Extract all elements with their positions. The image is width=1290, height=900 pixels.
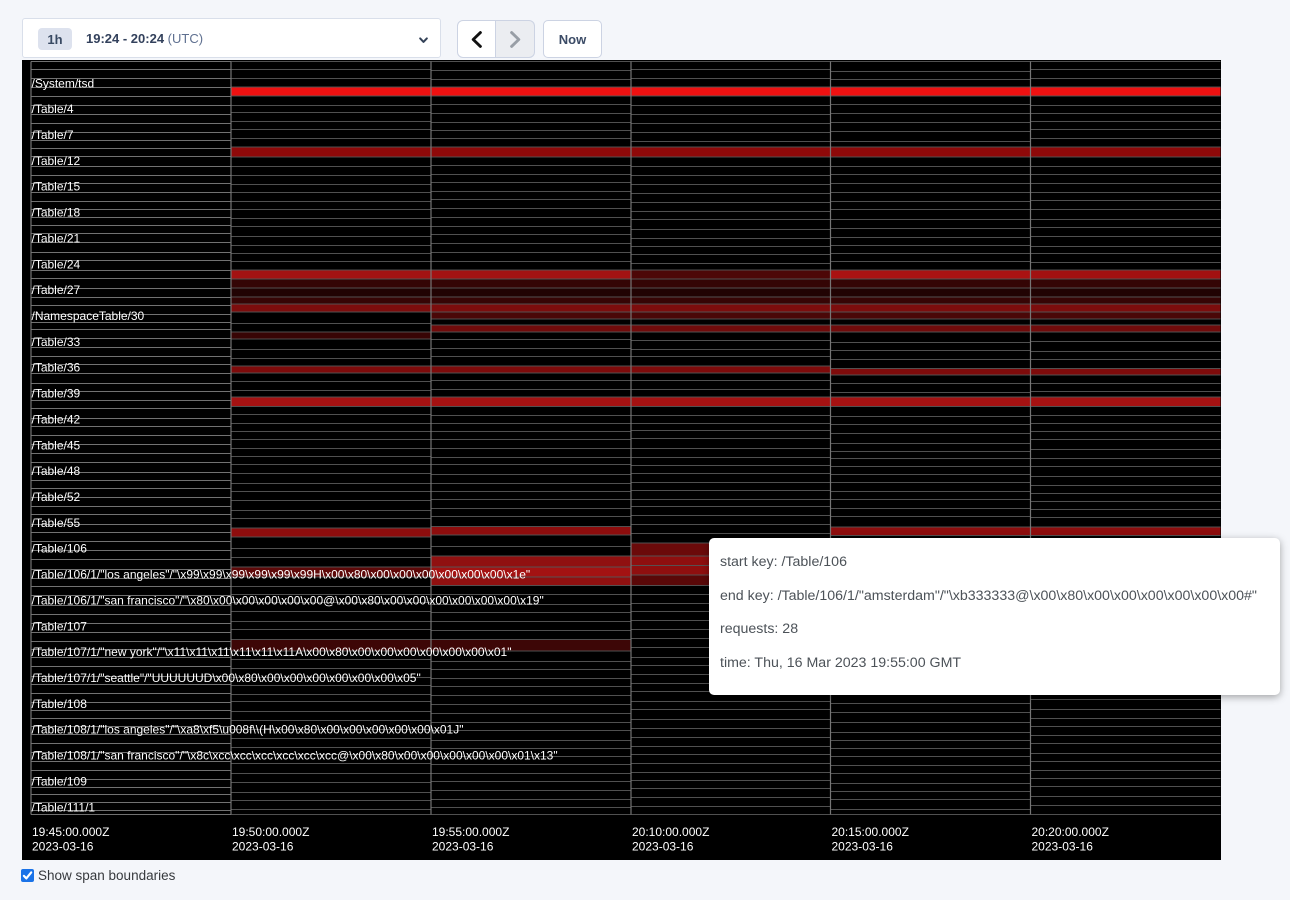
svg-text:/Table/106: /Table/106 xyxy=(32,542,88,556)
svg-text:/Table/107: /Table/107 xyxy=(32,619,88,633)
svg-text:19:45:00.000Z: 19:45:00.000Z xyxy=(32,825,109,839)
svg-text:/Table/42: /Table/42 xyxy=(32,412,81,426)
svg-text:/NamespaceTable/30: /NamespaceTable/30 xyxy=(32,309,145,323)
svg-text:2023-03-16: 2023-03-16 xyxy=(32,840,94,854)
svg-text:2023-03-16: 2023-03-16 xyxy=(432,840,494,854)
svg-text:19:55:00.000Z: 19:55:00.000Z xyxy=(432,825,509,839)
svg-text:/Table/108/1/"los angeles"/"\x: /Table/108/1/"los angeles"/"\xa8\xf5\u00… xyxy=(32,723,464,737)
svg-text:/Table/21: /Table/21 xyxy=(32,231,81,245)
svg-text:/Table/15: /Table/15 xyxy=(32,180,81,194)
svg-text:2023-03-16: 2023-03-16 xyxy=(232,840,294,854)
svg-text:/Table/108/1/"san francisco"/": /Table/108/1/"san francisco"/"\x8c\xcc\x… xyxy=(32,749,558,763)
svg-text:/Table/52: /Table/52 xyxy=(32,490,81,504)
svg-text:/Table/18: /Table/18 xyxy=(32,206,81,220)
svg-text:20:10:00.000Z: 20:10:00.000Z xyxy=(632,825,709,839)
svg-text:/Table/36: /Table/36 xyxy=(32,361,81,375)
svg-text:/Table/33: /Table/33 xyxy=(32,335,81,349)
svg-text:/Table/48: /Table/48 xyxy=(32,464,81,478)
svg-text:20:20:00.000Z: 20:20:00.000Z xyxy=(1032,825,1109,839)
svg-text:/Table/108: /Table/108 xyxy=(32,697,88,711)
svg-text:/Table/111/1: /Table/111/1 xyxy=(32,800,96,814)
svg-text:/Table/39: /Table/39 xyxy=(32,387,81,401)
svg-text:2023-03-16: 2023-03-16 xyxy=(832,840,894,854)
svg-text:2023-03-16: 2023-03-16 xyxy=(632,840,694,854)
svg-text:/Table/109: /Table/109 xyxy=(32,774,88,788)
svg-text:20:15:00.000Z: 20:15:00.000Z xyxy=(832,825,909,839)
svg-text:/System/tsd: /System/tsd xyxy=(32,76,95,90)
svg-text:/Table/45: /Table/45 xyxy=(32,438,81,452)
svg-text:/Table/106/1/"los angeles"/"\x: /Table/106/1/"los angeles"/"\x99\x99\x99… xyxy=(32,568,531,582)
svg-text:/Table/24: /Table/24 xyxy=(32,257,81,271)
svg-text:/Table/55: /Table/55 xyxy=(32,516,81,530)
svg-text:/Table/27: /Table/27 xyxy=(32,283,81,297)
svg-text:/Table/4: /Table/4 xyxy=(32,102,74,116)
svg-text:19:50:00.000Z: 19:50:00.000Z xyxy=(232,825,309,839)
svg-text:/Table/107/1/"new york"/"\x11\: /Table/107/1/"new york"/"\x11\x11\x11\x1… xyxy=(32,645,512,659)
svg-text:2023-03-16: 2023-03-16 xyxy=(1032,840,1094,854)
svg-text:/Table/107/1/"seattle"/"UUUUUU: /Table/107/1/"seattle"/"UUUUUUD\x00\x80\… xyxy=(32,671,421,685)
svg-text:/Table/7: /Table/7 xyxy=(32,128,74,142)
svg-text:/Table/106/1/"san francisco"/": /Table/106/1/"san francisco"/"\x80\x00\x… xyxy=(32,593,544,607)
svg-text:/Table/12: /Table/12 xyxy=(32,154,81,168)
